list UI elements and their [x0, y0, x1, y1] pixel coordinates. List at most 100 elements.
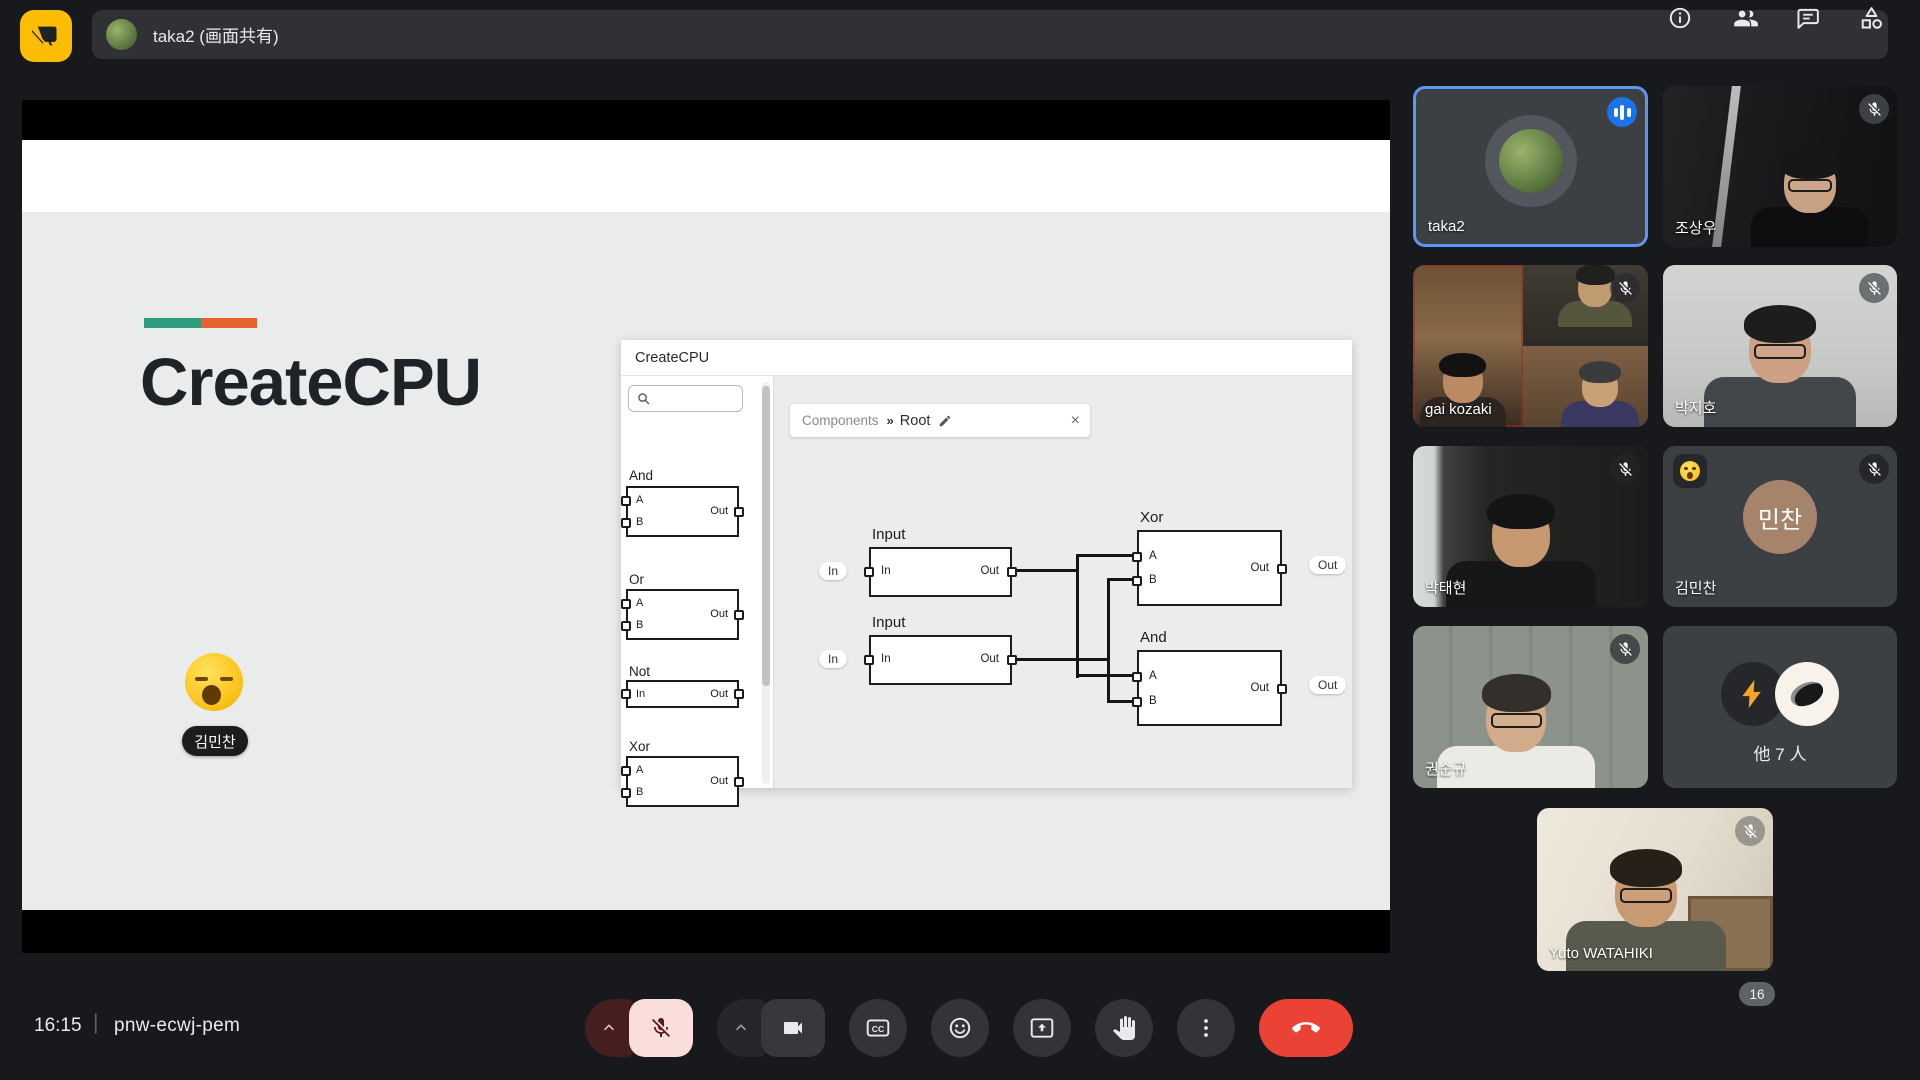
search-input — [655, 392, 735, 406]
port-in — [864, 567, 874, 577]
port-label: A — [636, 597, 643, 609]
slide-title: CreateCPU — [140, 344, 481, 421]
port-label: Out — [1250, 562, 1269, 574]
tile-taka2[interactable]: taka2 — [1413, 86, 1648, 247]
emoji-eye — [220, 677, 233, 681]
port-label: B — [1149, 695, 1157, 707]
block-label: Input — [872, 614, 905, 631]
chat-icon — [1795, 5, 1821, 31]
participant-name: 권순규 — [1425, 758, 1466, 779]
port-label: In — [881, 653, 891, 665]
tile-kim-minchan[interactable]: 민찬 김민찬 — [1663, 446, 1897, 607]
reactions-button[interactable] — [931, 999, 989, 1057]
call-end-icon — [1292, 1014, 1320, 1042]
presentation-hidden-icon — [32, 22, 60, 50]
port-b — [621, 621, 631, 631]
accent-orange-segment — [201, 318, 257, 328]
share-white-strip — [22, 140, 1390, 212]
camera-toggle-button[interactable] — [761, 999, 825, 1057]
breadcrumb-section: Components — [802, 413, 879, 428]
port-in — [864, 655, 874, 665]
overflow-avatars — [1721, 662, 1839, 726]
meet-window: taka2 (画面共有) CreateCPU 김민찬 CreateCPU — [0, 0, 1920, 1080]
port-label: B — [636, 619, 643, 631]
palette-gate-xor: A B Out — [626, 756, 739, 807]
port-a — [1132, 552, 1142, 562]
palette-gate-and: A B Out — [626, 486, 739, 537]
audio-level-icon — [1607, 97, 1637, 127]
participant-name: taka2 — [1428, 218, 1465, 235]
port-label: A — [636, 764, 643, 776]
palette-gate-not: In Out — [626, 680, 739, 708]
camera-options-chevron[interactable] — [717, 999, 765, 1057]
overflow-count-label: 他 7 人 — [1663, 740, 1897, 765]
external-input-pill: In — [819, 562, 847, 580]
port-label: A — [1149, 670, 1157, 682]
palette-gate-label: Or — [629, 572, 644, 587]
tile-yuto-watahiki[interactable]: Yuto WATAHIKI — [1537, 808, 1773, 971]
mic-off-icon — [1610, 454, 1640, 484]
tile-overflow-others[interactable]: 他 7 人 — [1663, 626, 1897, 788]
wire — [1014, 658, 1110, 661]
port-label: Out — [980, 565, 999, 577]
camera-control-group[interactable] — [717, 999, 825, 1057]
presenter-name: taka2 (画面共有) — [153, 22, 279, 47]
port-out — [734, 689, 744, 699]
videocam-icon — [781, 1016, 805, 1040]
mic-control-group[interactable] — [585, 999, 693, 1057]
block-input-1: Input In Out — [869, 547, 1012, 597]
tile-park-taehyun[interactable]: 박태현 — [1413, 446, 1648, 607]
hidden-self-view-button[interactable] — [20, 10, 72, 62]
participant-name: 박태현 — [1425, 577, 1466, 598]
tile-park-jiho[interactable]: 박지호 — [1663, 265, 1897, 427]
port-label: A — [1149, 550, 1157, 562]
component-palette: And A B Out Or A — [621, 376, 773, 788]
screen-share-stage[interactable]: CreateCPU 김민찬 CreateCPU — [22, 100, 1390, 953]
external-output-pill: Out — [1309, 676, 1346, 694]
palette-search-box — [628, 385, 743, 412]
end-call-button[interactable] — [1259, 999, 1353, 1057]
meeting-details-button[interactable] — [1662, 0, 1698, 36]
tile-gai-kozaki[interactable]: gai kozaki — [1413, 265, 1648, 427]
participant-name: 박지호 — [1675, 397, 1716, 418]
more-options-button[interactable] — [1177, 999, 1235, 1057]
participant-count-badge: 16 — [1739, 982, 1775, 1006]
yawning-face-reaction-emoji — [185, 653, 243, 711]
mic-options-chevron[interactable] — [585, 999, 633, 1057]
port-b — [1132, 576, 1142, 586]
tile-jo-sangwoo[interactable]: 조상우 — [1663, 86, 1897, 247]
captions-button[interactable]: CC — [849, 999, 907, 1057]
participant-name: 김민찬 — [1675, 577, 1716, 598]
port-a — [621, 599, 631, 609]
port-out — [734, 507, 744, 517]
port-label: Out — [710, 688, 728, 700]
raise-hand-button[interactable] — [1095, 999, 1153, 1057]
mic-off-icon — [1735, 816, 1765, 846]
chat-panel-button[interactable] — [1790, 0, 1826, 36]
edit-pencil-icon — [938, 414, 952, 428]
port-out — [1007, 655, 1017, 665]
port-label: In — [636, 688, 645, 700]
port-out — [734, 777, 744, 787]
activities-button[interactable] — [1853, 0, 1889, 36]
participants-panel-button[interactable] — [1727, 0, 1763, 36]
participant-name: 조상우 — [1675, 217, 1716, 238]
person — [1751, 155, 1869, 247]
palette-divider — [773, 376, 774, 788]
activities-icon — [1858, 5, 1885, 32]
port-out — [1277, 684, 1287, 694]
port-out — [1007, 567, 1017, 577]
palette-scrollbar — [762, 382, 770, 784]
present-screen-button[interactable] — [1013, 999, 1071, 1057]
tile-kwon-sungyu[interactable]: 권순규 — [1413, 626, 1648, 788]
accent-green-segment — [144, 318, 201, 328]
kim-minchan-avatar: 민찬 — [1743, 480, 1817, 554]
call-controls: CC — [585, 999, 1353, 1057]
meeting-code: pnw-ecwj-pem — [114, 1015, 240, 1037]
port-label: B — [1149, 574, 1157, 586]
info-icon — [1667, 5, 1693, 31]
port-out — [1277, 564, 1287, 574]
wire — [1107, 578, 1110, 703]
people-icon — [1732, 5, 1759, 32]
mic-mute-button[interactable] — [629, 999, 693, 1057]
